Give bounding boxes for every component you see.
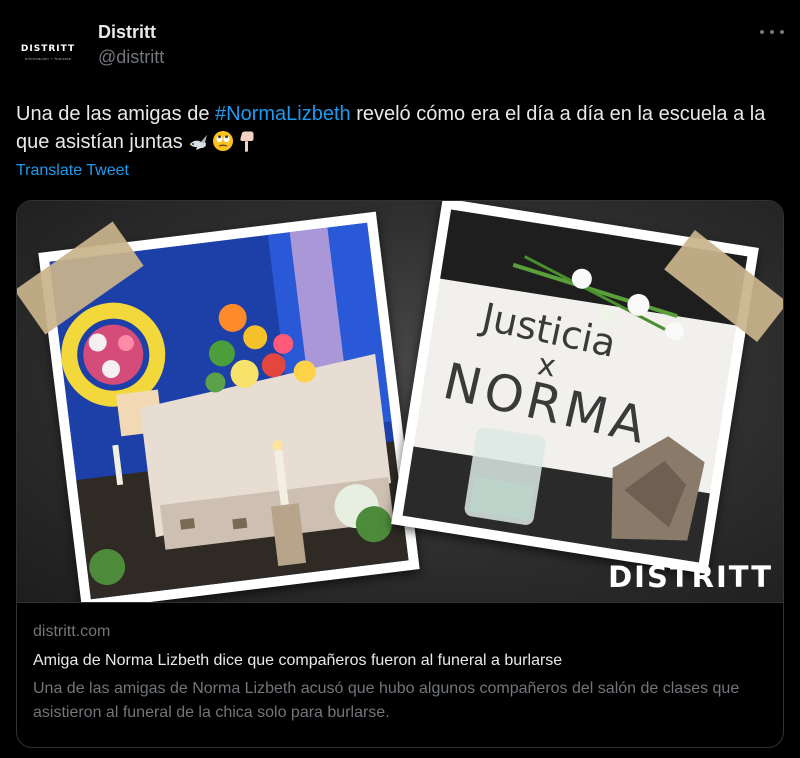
translate-tweet-link[interactable]: Translate Tweet	[16, 162, 129, 180]
author-display-name[interactable]: Distritt	[98, 20, 164, 44]
dove-icon	[189, 135, 208, 150]
author-handle[interactable]: @distritt	[98, 44, 164, 70]
card-image[interactable]: Justicia x NORMA DISTRITT	[17, 201, 783, 602]
tweet-text: Una de las amigas de #NormaLizbeth revel…	[16, 100, 776, 156]
card-info[interactable]: distritt.com Amiga de Norma Lizbeth dice…	[17, 602, 783, 747]
brand-watermark: DISTRITT	[608, 560, 773, 594]
hashtag-link[interactable]: #NormaLizbeth	[215, 103, 351, 125]
tweet-header: DISTRITT Información + Noticias Distritt…	[16, 12, 784, 84]
author-names: Distritt @distritt	[98, 20, 164, 70]
avatar-logo: DISTRITT	[20, 43, 76, 54]
avatar[interactable]: DISTRITT Información + Noticias	[16, 20, 80, 84]
card-domain: distritt.com	[33, 623, 111, 640]
card-title[interactable]: Amiga de Norma Lizbeth dice que compañer…	[33, 649, 767, 673]
avatar-tagline: Información + Noticias	[24, 55, 72, 61]
rolling-eyes-face-icon	[213, 131, 234, 151]
tweet-text-before: Una de las amigas de	[16, 103, 216, 125]
backhand-index-pointing-down-icon	[240, 131, 254, 152]
link-card[interactable]: Justicia x NORMA DISTRITT distritt.com A…	[16, 200, 784, 748]
more-options-icon[interactable]	[760, 24, 784, 40]
card-description: Una de las amigas de Norma Lizbeth acusó…	[33, 680, 740, 721]
